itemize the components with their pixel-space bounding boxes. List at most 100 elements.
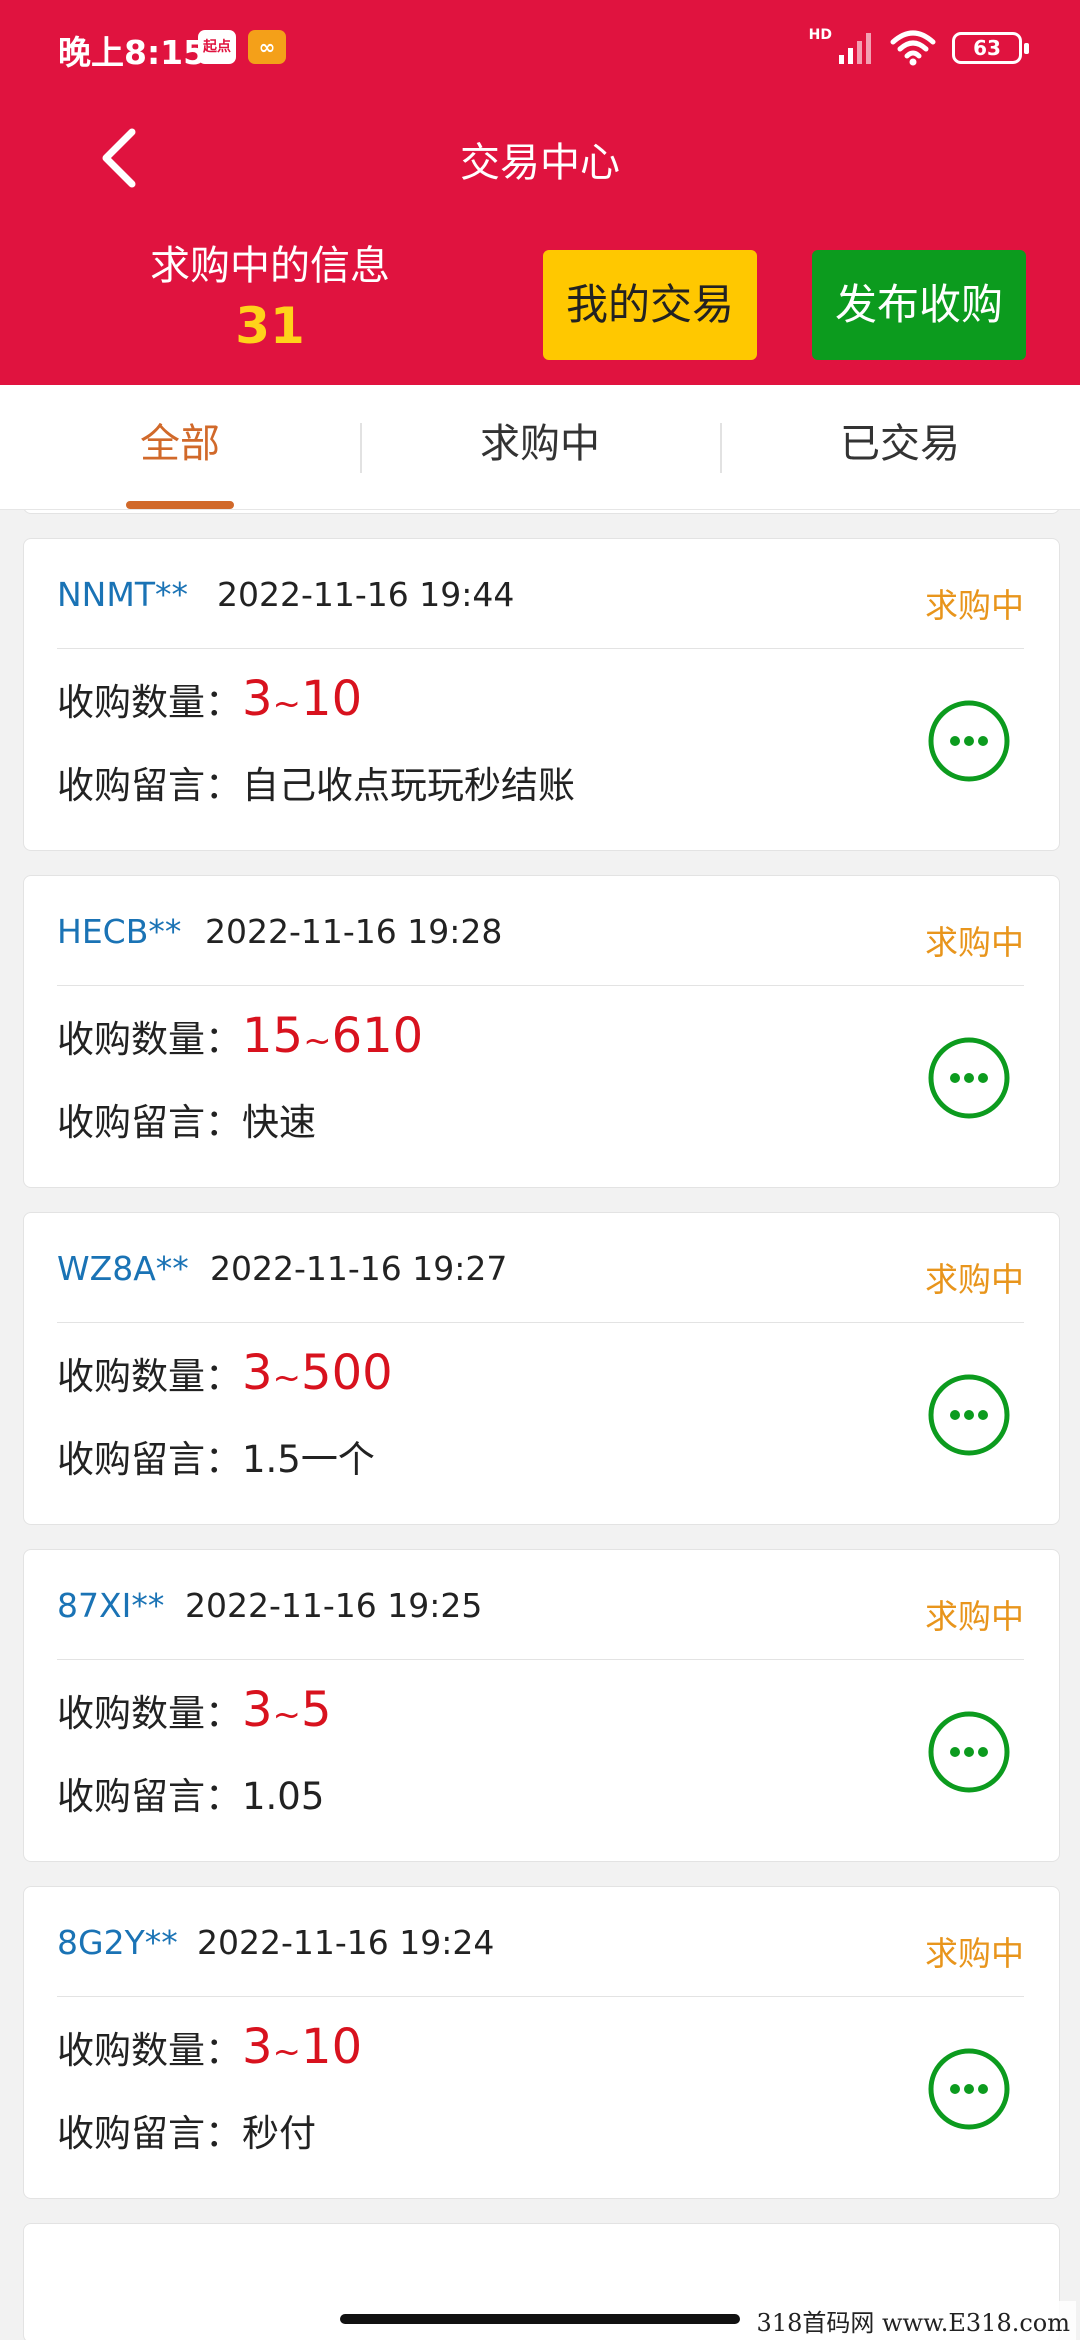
order-status: 求购中 — [925, 586, 1024, 625]
qidian-app-icon: 起点 — [198, 30, 236, 64]
order-user: NNMT** — [57, 575, 189, 614]
more-dots-icon — [928, 700, 1010, 782]
quantity-min: 15 — [242, 1008, 304, 1064]
order-card: WZ8A** 2022-11-16 19:27 求购中 收购数量：3~500 收… — [23, 1212, 1060, 1525]
more-button[interactable] — [927, 1373, 1011, 1457]
quantity-max: 10 — [301, 671, 363, 727]
battery-level: 63 — [973, 36, 1001, 60]
signal-icon — [839, 33, 871, 64]
order-status: 求购中 — [925, 1260, 1024, 1299]
tab-buying[interactable]: 求购中 — [360, 385, 720, 509]
order-date: 2022-11-16 19:25 — [185, 1586, 483, 1625]
order-list-content: 收购留言：秒付 NNMT** 2022-11-16 19:44 求购中 收购数量… — [0, 510, 1080, 2340]
order-status: 求购中 — [925, 1934, 1024, 1973]
quantity-max: 5 — [301, 1682, 332, 1738]
battery-icon: 63 — [952, 32, 1029, 64]
quantity-separator: ~ — [303, 1021, 332, 1061]
more-button[interactable] — [927, 1036, 1011, 1120]
quantity-label: 收购数量： — [57, 681, 242, 724]
order-message: 1.05 — [242, 1775, 325, 1818]
quantity-max: 10 — [301, 2019, 363, 2075]
quantity-label: 收购数量： — [57, 2029, 242, 2072]
order-message-row: 收购留言：1.5一个 — [57, 1435, 375, 1485]
order-card-header: HECB** 2022-11-16 19:28 求购中 — [57, 876, 1024, 986]
quantity-min: 3 — [242, 1682, 273, 1738]
order-quantity-row: 收购数量：3~10 — [57, 2015, 362, 2084]
wifi-icon — [890, 30, 936, 66]
summary-label: 求购中的信息 — [150, 243, 390, 289]
message-label: 收购留言： — [57, 1438, 242, 1481]
quantity-min: 3 — [242, 2019, 273, 2075]
order-card: 收购留言：秒付 — [23, 510, 1060, 514]
order-card-header: 8G2Y** 2022-11-16 19:24 求购中 — [57, 1887, 1024, 1997]
message-label: 收购留言： — [57, 764, 242, 807]
status-bar: 晚上8:15 起点 ∞ HD 63 — [0, 0, 1080, 96]
order-quantity-row: 收购数量：3~5 — [57, 1678, 332, 1747]
buying-summary: 求购中的信息 31 — [140, 238, 400, 358]
quantity-label: 收购数量： — [57, 1355, 242, 1398]
order-card-header: WZ8A** 2022-11-16 19:27 求购中 — [57, 1213, 1024, 1323]
order-quantity-row: 收购数量：15~610 — [57, 1004, 423, 1073]
tab-all[interactable]: 全部 — [0, 385, 360, 509]
order-date: 2022-11-16 19:44 — [217, 575, 515, 614]
quantity-min: 3 — [242, 671, 273, 727]
order-card-header: NNMT** 2022-11-16 19:44 求购中 — [57, 539, 1024, 649]
message-label: 收购留言： — [57, 1775, 242, 1818]
summary-count: 31 — [235, 297, 305, 355]
tab-traded[interactable]: 已交易 — [720, 385, 1080, 509]
order-card-header: 87XI** 2022-11-16 19:25 求购中 — [57, 1550, 1024, 1660]
publish-buy-button[interactable]: 发布收购 — [812, 250, 1026, 360]
order-message: 1.5一个 — [242, 1438, 375, 1481]
order-list[interactable]: 收购留言：秒付 NNMT** 2022-11-16 19:44 求购中 收购数量… — [0, 510, 1080, 2340]
order-status: 求购中 — [925, 923, 1024, 962]
order-message-row: 收购留言：自己收点玩玩秒结账 — [57, 761, 575, 811]
order-status: 求购中 — [925, 1597, 1024, 1636]
quantity-min: 3 — [242, 1345, 273, 1401]
more-dots-icon — [928, 2048, 1010, 2130]
order-quantity-row: 收购数量：3~500 — [57, 1341, 393, 1410]
order-quantity-row: 收购数量：3~10 — [57, 667, 362, 736]
quantity-max: 610 — [331, 1008, 424, 1064]
order-card: HECB** 2022-11-16 19:28 求购中 收购数量：15~610 … — [23, 875, 1060, 1188]
order-card: 8G2Y** 2022-11-16 19:24 求购中 收购数量：3~10 收购… — [23, 1886, 1060, 2199]
status-time: 晚上8:15 — [58, 33, 207, 72]
order-user: 87XI** — [57, 1586, 165, 1625]
order-message: 秒付 — [242, 2112, 316, 2155]
quantity-separator: ~ — [272, 684, 302, 724]
nav-bar: 交易中心 — [0, 110, 1080, 200]
more-button[interactable] — [927, 1710, 1011, 1794]
quantity-separator: ~ — [272, 2032, 302, 2072]
more-button[interactable] — [927, 2047, 1011, 2131]
order-message-row: 收购留言：1.05 — [57, 1772, 324, 1822]
order-user: WZ8A** — [57, 1249, 189, 1288]
order-user: HECB** — [57, 912, 182, 951]
message-label: 收购留言： — [57, 2112, 242, 2155]
message-label: 收购留言： — [57, 1101, 242, 1144]
order-message: 自己收点玩玩秒结账 — [242, 764, 575, 807]
status-icons: HD 63 — [808, 24, 1029, 72]
quantity-separator: ~ — [272, 1695, 302, 1735]
quantity-max: 500 — [301, 1345, 393, 1401]
notification-app-icon: ∞ — [248, 30, 286, 64]
order-message: 快速 — [242, 1101, 316, 1144]
order-date: 2022-11-16 19:24 — [197, 1923, 495, 1962]
tab-bar: 全部 求购中 已交易 — [0, 385, 1080, 510]
more-dots-icon — [928, 1711, 1010, 1793]
quantity-label: 收购数量： — [57, 1018, 242, 1061]
order-card: NNMT** 2022-11-16 19:44 求购中 收购数量：3~10 收购… — [23, 538, 1060, 851]
order-date: 2022-11-16 19:28 — [205, 912, 503, 951]
my-trades-button[interactable]: 我的交易 — [543, 250, 757, 360]
more-button[interactable] — [927, 699, 1011, 783]
watermark: 318首码网 www.E318.com — [750, 2301, 1076, 2340]
page-title: 交易中心 — [460, 140, 620, 186]
more-dots-icon — [928, 1037, 1010, 1119]
order-user: 8G2Y** — [57, 1923, 178, 1962]
home-indicator[interactable] — [340, 2314, 740, 2324]
order-card: 87XI** 2022-11-16 19:25 求购中 收购数量：3~5 收购留… — [23, 1549, 1060, 1862]
order-message-row: 收购留言：秒付 — [57, 2109, 316, 2159]
hd-label: HD — [808, 27, 832, 43]
quantity-separator: ~ — [272, 1358, 302, 1398]
order-date: 2022-11-16 19:27 — [210, 1249, 508, 1288]
order-message-row: 收购留言：快速 — [57, 1098, 316, 1148]
header: 晚上8:15 起点 ∞ HD 63 交易中心 求购中的信息 31 我的交易 发布… — [0, 0, 1080, 385]
